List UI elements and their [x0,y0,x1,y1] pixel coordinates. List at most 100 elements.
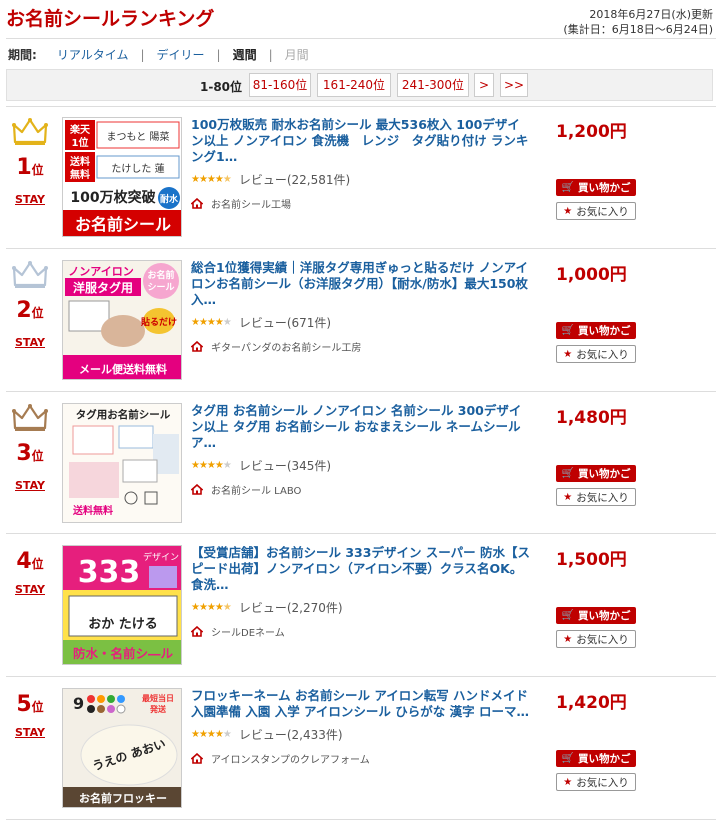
product-info: 総合1位獲得実績｜洋服タグ専用ぎゅっと貼るだけ ノンアイロンお名前シール（お洋服… [191,260,531,354]
add-to-cart-button[interactable]: 🛒 買い物かご [556,607,636,624]
svg-text:耐水: 耐水 [160,193,179,205]
add-favorite-button[interactable]: ★ お気に入り [556,345,636,363]
svg-text:お名前シール: お名前シール [75,215,171,234]
add-favorite-button[interactable]: ★ お気に入り [556,630,636,648]
add-favorite-button[interactable]: ★ お気に入り [556,488,636,506]
shop-name[interactable]: お名前シール工場 [211,196,291,211]
period-label: 期間: [8,48,37,62]
product-thumbnail: 333 デザイン おか たける 防水・名前シ―ル [63,546,181,664]
review-count[interactable]: レビュー(345件) [239,457,331,474]
review-row: ★★★★★ レビュー(2,270件) [191,599,531,616]
product-thumbnail: 楽天 1位 まつもと 陽菜 送料 無料 たけした 蓮 100万枚突破 耐水 お名… [63,118,181,236]
product-info: タグ用 お名前シール ノンアイロン 名前シール 300デザイン以上 タグ用 お名… [191,403,531,497]
shop-row: お名前シール工場 [191,196,531,211]
svg-text:まつもと 陽菜: まつもと 陽菜 [107,131,170,143]
product-title[interactable]: 【受賞店舗】お名前シール 333デザイン スーパー 防水【スピード出荷】ノンアイ… [191,545,531,593]
period-weekly: 週間 [232,48,257,62]
page-current: 1-80位 [200,80,243,94]
add-favorite-button[interactable]: ★ お気に入り [556,202,636,220]
svg-text:9: 9 [73,694,84,713]
rating-stars: ★★★★★ [191,602,232,613]
product-info: 【受賞店舗】お名前シール 333デザイン スーパー 防水【スピード出荷】ノンアイ… [191,545,531,639]
product-image[interactable]: タグ用お名前シール 送料無料 [62,403,182,523]
shop-name[interactable]: お名前シール LABO [211,482,301,497]
rating-stars: ★★★★★ [191,317,232,328]
product-image[interactable]: 333 デザイン おか たける 防水・名前シ―ル [62,545,182,665]
rank-movement[interactable]: STAY [6,726,54,739]
shop-name[interactable]: ギターパンダのお名前シール工房 [211,339,361,354]
product-price: 1,420円 [556,693,627,713]
svg-text:貼るだけ: 貼るだけ [140,316,177,328]
product-title[interactable]: フロッキーネーム お名前シール アイロン転写 ハンドメイド 入園準備 入園 入学… [191,688,531,720]
rank-movement[interactable]: STAY [6,479,54,492]
ranking-item: 3位 STAY タグ用お名前シール 送料無料 タグ用 お名前シール ノンアイロン… [6,403,713,543]
page-link-241-300[interactable]: 241-300位 [397,73,469,97]
shop-house-icon [191,753,203,764]
svg-text:たけした 蓮: たけした 蓮 [111,162,164,175]
product-thumbnail: タグ用お名前シール 送料無料 [63,404,181,522]
svg-text:無料: 無料 [70,168,90,181]
rank-number: 4位 [16,549,44,574]
svg-text:100万枚突破: 100万枚突破 [70,189,155,206]
add-to-cart-button[interactable]: 🛒 買い物かご [556,322,636,339]
product-price: 1,000円 [556,265,627,285]
aggregation-period: (集計日：6月18日～6月24日) [563,23,713,36]
product-title[interactable]: タグ用 お名前シール ノンアイロン 名前シール 300デザイン以上 タグ用 お名… [191,403,531,451]
cart-icon: 🛒 [561,468,574,479]
gold-crown-icon [12,118,48,145]
page-next[interactable]: > [474,73,494,97]
rank-number: 3位 [16,441,44,466]
review-count[interactable]: レビュー(2,270件) [239,599,343,616]
shop-house-icon [191,626,203,637]
shop-name[interactable]: アイロンスタンプのクレアフォーム [211,751,370,766]
svg-text:楽天: 楽天 [69,123,91,136]
review-count[interactable]: レビュー(671件) [239,314,331,331]
product-thumbnail: 9 最短当日 発送 うえの あおい お名前フロッキー [63,689,181,807]
review-count[interactable]: レビュー(2,433件) [239,726,343,743]
rank-movement[interactable]: STAY [6,193,54,206]
ranking-item: 5位 STAY 9 最短当日 発送 うえの あおい お名前フロッキー フロッキー… [6,688,713,825]
ranking-item: 4位 STAY 333 デザイン おか たける 防水・名前シ―ル 【受賞店舗】お… [6,545,713,685]
svg-text:防水・名前シ―ル: 防水・名前シ―ル [73,646,174,661]
svg-text:333: 333 [78,555,141,590]
product-info: 100万枚販売 耐水お名前シール 最大536枚入 100デザイン以上 ノンアイロ… [191,117,531,211]
page-last[interactable]: >> [500,73,528,97]
rating-stars: ★★★★★ [191,460,232,471]
add-to-cart-button[interactable]: 🛒 買い物かご [556,750,636,767]
page-link-161-240[interactable]: 161-240位 [317,73,391,97]
star-icon: ★ [563,348,573,360]
period-realtime[interactable]: リアルタイム [57,46,129,63]
divider [6,533,716,534]
svg-text:送料: 送料 [69,155,90,168]
svg-text:おか たける: おか たける [88,617,158,632]
product-image[interactable]: 9 最短当日 発送 うえの あおい お名前フロッキー [62,688,182,808]
product-title[interactable]: 総合1位獲得実績｜洋服タグ専用ぎゅっと貼るだけ ノンアイロンお名前シール（お洋服… [191,260,531,308]
period-daily[interactable]: デイリー [157,46,205,63]
review-count[interactable]: レビュー(22,581件) [239,171,350,188]
add-favorite-button[interactable]: ★ お気に入り [556,773,636,791]
rank-number: 1位 [16,155,44,180]
shop-row: アイロンスタンプのクレアフォーム [191,751,531,766]
add-to-cart-button[interactable]: 🛒 買い物かご [556,465,636,482]
shop-name[interactable]: シールDEネーム [211,624,285,639]
product-image[interactable]: ノンアイロン 洋服タグ用 お名前 シール 貼るだけ メール便送料無料 [62,260,182,380]
product-image[interactable]: 楽天 1位 まつもと 陽菜 送料 無料 たけした 蓮 100万枚突破 耐水 お名… [62,117,182,237]
star-icon: ★ [563,491,573,503]
rank-movement[interactable]: STAY [6,336,54,349]
rank-movement[interactable]: STAY [6,583,54,596]
svg-text:お名前フロッキー: お名前フロッキー [79,791,167,805]
page-link-81-160[interactable]: 81-160位 [249,73,311,97]
product-thumbnail: ノンアイロン 洋服タグ用 お名前 シール 貼るだけ メール便送料無料 [63,261,181,379]
ranking-item: 1位 STAY 楽天 1位 まつもと 陽菜 送料 無料 たけした 蓮 100万枚… [6,117,713,257]
svg-text:お名前: お名前 [147,269,174,281]
cart-icon: 🛒 [561,753,574,764]
shop-row: ギターパンダのお名前シール工房 [191,339,531,354]
pagination: 1-80位 81-160位 161-240位 241-300位 > >> [6,69,713,101]
product-title[interactable]: 100万枚販売 耐水お名前シール 最大536枚入 100デザイン以上 ノンアイロ… [191,117,531,165]
svg-text:タグ用お名前シール: タグ用お名前シール [76,408,171,421]
updated-info: 2018年6月27日(水)更新 (集計日：6月18日～6月24日) [563,7,713,37]
svg-text:ノンアイロン: ノンアイロン [68,265,133,278]
shop-house-icon [191,198,203,209]
add-to-cart-button[interactable]: 🛒 買い物かご [556,179,636,196]
rank-number: 5位 [16,692,44,717]
